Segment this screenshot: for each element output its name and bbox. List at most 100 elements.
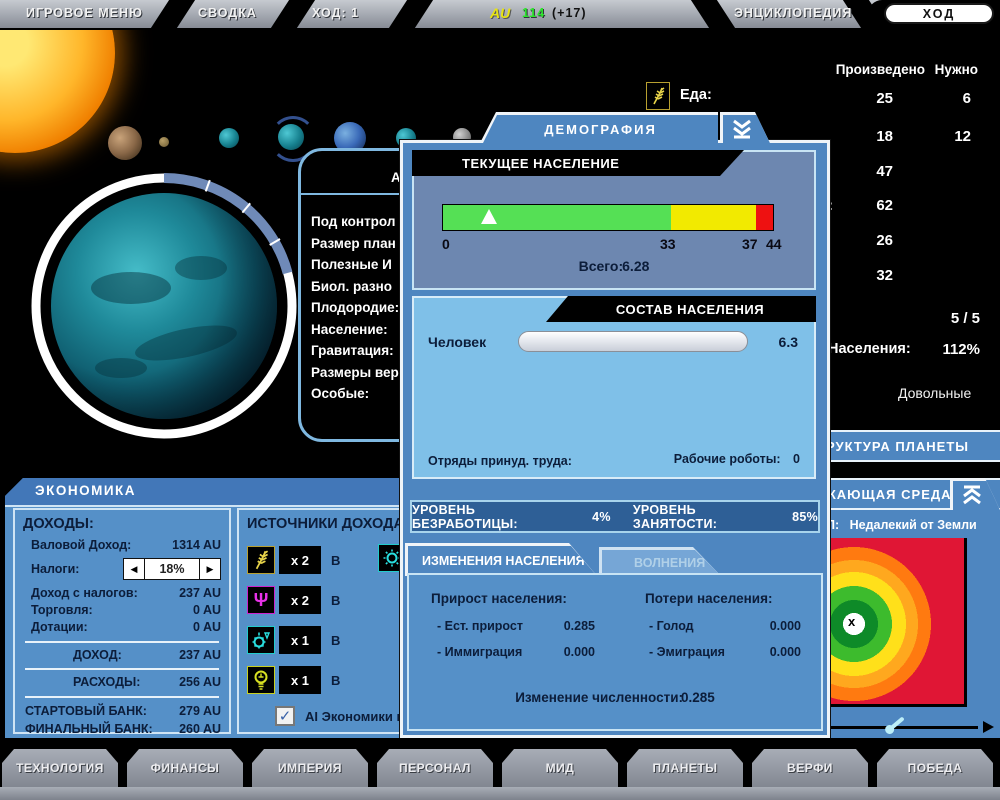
produced-value: 25	[800, 90, 893, 107]
robots-value: 0	[793, 452, 800, 466]
tab-victory[interactable]: ПОБЕДА	[877, 749, 993, 787]
final-bank-label: ФИНАЛЬНЫЙ БАНК:	[25, 722, 153, 736]
environment-panel: П: Недалекий от Земли x	[820, 510, 1000, 738]
tab-foreign-office[interactable]: МИД	[502, 749, 618, 787]
population-composition-section: СОСТАВ НАСЕЛЕНИЯ Человек 6.3 Отряды прин…	[412, 296, 816, 479]
expenses-value: 256 AU	[179, 675, 221, 689]
attr-label: Гравитация:	[311, 340, 399, 362]
double-chevron-up-icon	[961, 485, 983, 505]
top-bar: ИГРОВОЕ МЕНЮ СВОДКА ХОД: 1 AU 114 (+17) …	[0, 0, 1000, 30]
population-change-total: Изменение численности:0.285	[409, 689, 821, 707]
income-section: ДОХОДЫ: Валовой Доход: 1314 AU Налоги: ◀…	[13, 508, 231, 734]
tax-spinner: ◀ 18% ▶	[123, 558, 221, 580]
ai-economy-checkbox[interactable]: ✓	[275, 706, 295, 726]
tab-empire[interactable]: ИМПЕРИЯ	[252, 749, 368, 787]
encyclopedia-button[interactable]: ЭНЦИКЛОПЕДИЯ	[734, 6, 852, 20]
end-turn-button[interactable]: ХОД	[884, 3, 994, 24]
demography-title: ДЕМОГРАФИЯ	[544, 122, 657, 137]
bottom-bar: ТЕХНОЛОГИЯ ФИНАНСЫ ИМПЕРИЯ ПЕРСОНАЛ МИД …	[0, 738, 1000, 800]
system-planet-1[interactable]	[108, 126, 142, 160]
race-label: Человек	[428, 334, 486, 350]
source-count: x 2	[279, 586, 321, 614]
tab-unrest[interactable]: ВОЛНЕНИЯ	[599, 547, 721, 576]
wheat-icon	[247, 546, 275, 574]
trade-label: Торговля:	[31, 603, 93, 617]
tab-shipyards[interactable]: ВЕРФИ	[752, 749, 868, 787]
mood-label: Довольные	[898, 385, 971, 401]
race-population-bar	[518, 331, 748, 352]
famine-value: 0.000	[743, 619, 801, 633]
robots-label: Рабочие роботы:	[674, 452, 781, 466]
tab-population-changes[interactable]: ИЗМЕНЕНИЯ НАСЕЛЕНИЯ	[405, 543, 597, 576]
tab-planets[interactable]: ПЛАНЕТЫ	[627, 749, 743, 787]
inactive-tab-label: ВОЛНЕНИЯ	[634, 556, 705, 570]
planet-structure-label: РУКТУРА ПЛАНЕТЫ	[826, 439, 969, 454]
composition-header: СОСТАВ НАСЕЛЕНИЯ	[546, 296, 816, 322]
needed-header: Нужно	[925, 62, 978, 77]
source-unit: В	[331, 553, 340, 568]
robots-row: Рабочие роботы: 0	[674, 450, 800, 468]
tab-technology[interactable]: ТЕХНОЛОГИЯ	[2, 749, 118, 787]
tax-decrease-button[interactable]: ◀	[124, 559, 145, 579]
source-count: x 1	[279, 626, 321, 654]
thermometer-icon	[878, 710, 912, 740]
tick-mid: 33	[660, 236, 676, 252]
ai-economy-label: AI Экономики п	[305, 709, 404, 724]
total-income-label: ДОХОД:	[73, 648, 122, 662]
employment-bar: УРОВЕНЬ БЕЗРАБОТИЦЫ: 4% УРОВЕНЬ ЗАНЯТОСТ…	[410, 500, 820, 533]
gross-income-value: 1314 AU	[172, 538, 221, 552]
planet-attributes-list: Под контрол Размер план Полезные И Биол.…	[311, 211, 399, 405]
total-label: Всего:	[579, 258, 624, 274]
population-marker	[481, 209, 497, 224]
tax-value: 18%	[145, 559, 199, 579]
current-population-header: ТЕКУЩЕЕ НАСЕЛЕНИЕ	[412, 150, 744, 176]
tax-income-label: Доход с налогов:	[31, 586, 138, 600]
attr-label: Полезные И	[311, 254, 399, 276]
growth-title: Прирост населения:	[431, 591, 567, 606]
source-unit: В	[331, 673, 340, 688]
planet-structure-bar[interactable]: РУКТУРА ПЛАНЕТЫ	[820, 430, 1000, 462]
end-turn-holder: ХОД	[868, 0, 1000, 28]
system-planet-3[interactable]	[219, 128, 239, 148]
environment-label: ЖАЮЩАЯ СРЕДА	[824, 487, 952, 502]
env-marker: x	[848, 614, 855, 629]
income-title: ДОХОДЫ:	[23, 516, 94, 532]
total-income-value: 237 AU	[179, 648, 221, 662]
sun	[0, 28, 115, 153]
income-sources-title: ИСТОЧНИКИ ДОХОДА:	[247, 516, 409, 532]
game-menu-button[interactable]: ИГРОВОЕ МЕНЮ	[26, 6, 143, 20]
tab-finance[interactable]: ФИНАНСЫ	[127, 749, 243, 787]
population-percent: 112%	[920, 341, 980, 358]
bulb-icon	[247, 666, 275, 694]
gross-income-label: Валовой Доход:	[31, 538, 131, 552]
currency-value: 114	[522, 6, 545, 20]
env-type-value: Недалекий от Земли	[850, 518, 977, 532]
tick-max: 44	[766, 236, 782, 252]
attr-label: Размеры вер	[311, 362, 399, 384]
tab-personnel[interactable]: ПЕРСОНАЛ	[377, 749, 493, 787]
summary-button[interactable]: СВОДКА	[198, 6, 257, 20]
tax-increase-button[interactable]: ▶	[199, 559, 220, 579]
double-chevron-down-icon	[731, 119, 753, 139]
emigration-value: 0.000	[743, 645, 801, 659]
attr-label: Биол. разно	[311, 276, 399, 298]
immigration-label: - Иммиграция	[437, 645, 522, 659]
industry-icon	[247, 626, 275, 654]
bottom-baseboard	[0, 787, 1000, 800]
system-planet-4-selected[interactable]	[278, 124, 304, 150]
employment-value: 85%	[792, 510, 818, 524]
start-bank-value: 279 AU	[179, 704, 221, 718]
natural-growth-label: - Ест. прирост	[437, 619, 523, 633]
change-total-value: 0.285	[681, 690, 715, 705]
env-type-row: П: Недалекий от Земли	[826, 516, 977, 534]
current-population-section: ТЕКУЩЕЕ НАСЕЛЕНИЕ 0 33 37 44 Всего:6.28	[412, 150, 816, 290]
needed-value: 6	[925, 90, 971, 107]
expenses-label: РАСХОДЫ:	[73, 675, 140, 689]
race-value: 6.3	[779, 334, 798, 350]
final-bank-value: 260 AU	[179, 722, 221, 736]
trade-value: 0 AU	[193, 603, 221, 617]
population-total: Всего:6.28	[414, 258, 814, 276]
system-planet-2[interactable]	[159, 137, 169, 147]
demography-tab[interactable]: ДЕМОГРАФИЯ	[480, 112, 718, 143]
unemployment-label: УРОВЕНЬ БЕЗРАБОТИЦЫ:	[412, 503, 580, 531]
